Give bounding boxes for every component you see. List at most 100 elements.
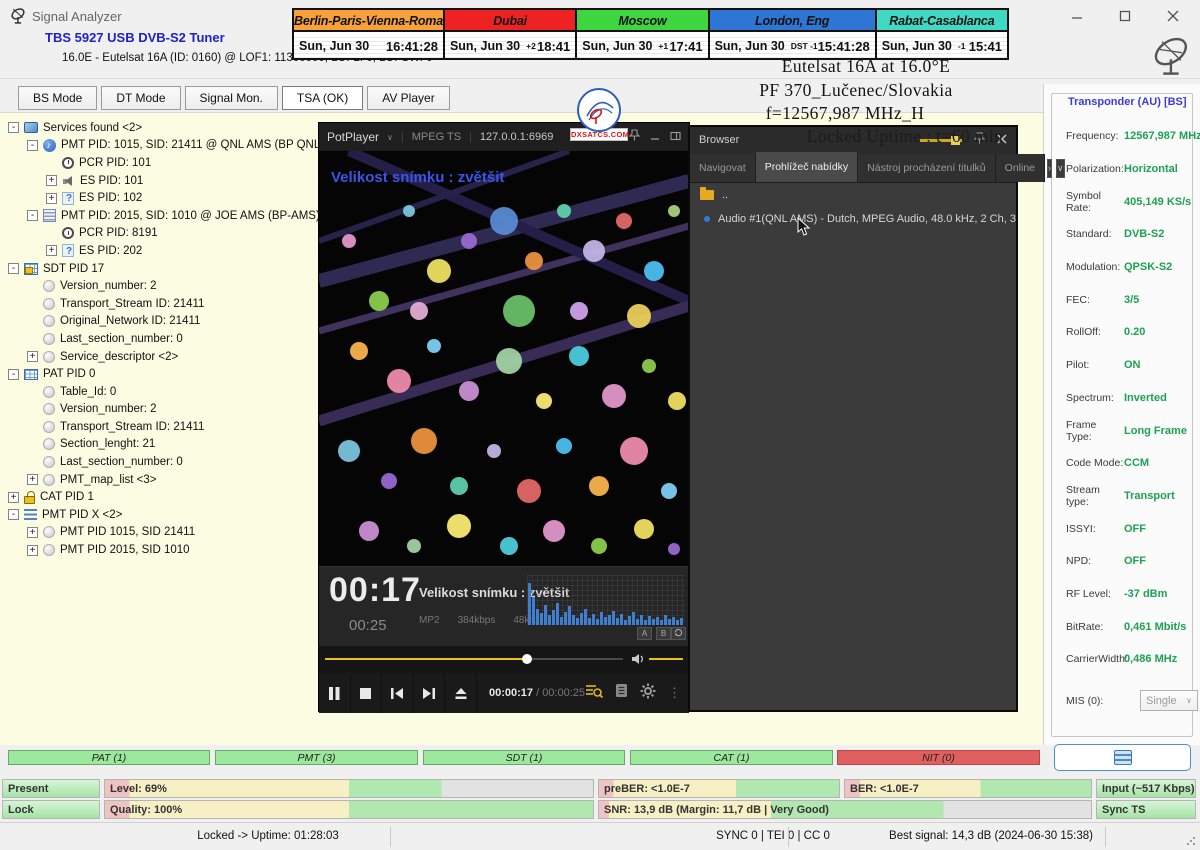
tree-item[interactable]: Last_section_number: 0 [0, 453, 318, 471]
tab-tsa-ok-[interactable]: TSA (OK) [282, 86, 363, 110]
tree-toggle-icon[interactable]: + [27, 351, 38, 362]
clock-time-value: 18:41 [537, 39, 570, 54]
tree-toggle-icon[interactable]: + [46, 193, 57, 204]
tree-item[interactable]: +PMT PID 2015, SID 1010 [0, 541, 318, 559]
tree-item[interactable]: +ES PID: 202 [0, 242, 318, 260]
mis-dropdown[interactable]: Single ∨ [1140, 690, 1198, 711]
transponder-label: Frame Type: [1066, 419, 1124, 443]
tree-item[interactable]: -Services found <2> [0, 119, 318, 137]
tree-item[interactable]: +PMT PID 1015, SID 21411 [0, 524, 318, 542]
tab-av-player[interactable]: AV Player [367, 86, 449, 110]
transponder-row: Frame Type:Long Frame [1066, 414, 1200, 447]
tree-toggle-icon[interactable]: - [27, 210, 38, 221]
tree-item[interactable]: +PMT_map_list <3> [0, 471, 318, 489]
tree-item[interactable]: +Service_descriptor <2> [0, 348, 318, 366]
potplayer-window: PotPlayer ∨ | MPEG TS | 127.0.0.1:6969 V… [318, 122, 690, 712]
tree-item[interactable]: -PMT PID: 2015, SID: 1010 @ JOE AMS (BP-… [0, 207, 318, 225]
tree-toggle-icon[interactable]: + [8, 492, 19, 503]
pin-icon[interactable] [629, 128, 640, 146]
playlist-icon[interactable] [615, 683, 628, 703]
playback-position: 00:00:17 [489, 687, 533, 699]
tree-toggle-icon[interactable]: + [46, 175, 57, 186]
playlist-search-icon[interactable] [585, 683, 603, 704]
tab-bs-mode[interactable]: BS Mode [18, 86, 97, 110]
tree-item[interactable]: +ES PID: 101 [0, 172, 318, 190]
nav-more-icon[interactable]: ∨ [1056, 159, 1065, 178]
statusbar-best-signal: Best signal: 14,3 dB (2024-06-30 15:38) [889, 830, 1093, 842]
eject-button[interactable] [445, 673, 477, 713]
maximize-button[interactable] [1112, 6, 1138, 26]
transponder-value: OFF [1124, 555, 1146, 567]
ab-repeat-b-button[interactable]: B [656, 627, 671, 640]
tree-item[interactable]: -PMT PID X <2> [0, 506, 318, 524]
tree-item[interactable]: Transport_Stream ID: 21411 [0, 295, 318, 313]
pid-bar-cat: CAT (1) [630, 750, 833, 765]
dxsatcs-logo-circle [577, 88, 621, 132]
tree-toggle-icon[interactable]: - [8, 263, 19, 274]
tree-toggle-icon[interactable]: - [8, 369, 19, 380]
tree-item[interactable]: Version_number: 2 [0, 277, 318, 295]
tab-dt-mode[interactable]: DT Mode [101, 86, 180, 110]
audio-track-row[interactable]: Audio #1(QNL AMS) - Dutch, MPEG Audio, 4… [690, 207, 1016, 231]
tree-item[interactable]: -PAT PID 0 [0, 365, 318, 383]
stop-button[interactable] [351, 673, 383, 713]
tree-toggle-icon[interactable]: - [27, 140, 38, 151]
potplayer-titlebar[interactable]: PotPlayer ∨ | MPEG TS | 127.0.0.1:6969 [319, 123, 689, 151]
pid-bar-pmt: PMT (3) [215, 750, 418, 765]
tree-item[interactable]: Transport_Stream ID: 21411 [0, 418, 318, 436]
seek-bar[interactable] [319, 646, 689, 673]
minimize-button[interactable] [1064, 6, 1090, 26]
transponder-label: Modulation: [1066, 261, 1124, 273]
previous-button[interactable] [382, 673, 414, 713]
browser-tab-2[interactable]: Prohlížeč nabídky [756, 152, 858, 182]
bitrate-label: 384kbps [458, 615, 496, 626]
browser-tab-4[interactable]: Online [996, 154, 1045, 182]
transponder-label: Code Mode: [1066, 457, 1124, 469]
tree-item[interactable]: Version_number: 2 [0, 401, 318, 419]
tree-item[interactable]: Section_lenght: 21 [0, 436, 318, 454]
volume-slider[interactable] [649, 658, 683, 660]
tree-item[interactable]: +ES PID: 102 [0, 189, 318, 207]
browser-tab-3[interactable]: Nástroj procházení titulků [858, 154, 995, 182]
tree-toggle-icon[interactable]: + [46, 245, 57, 256]
snr-bar: SNR: 13,9 dB (Margin: 11,7 dB | Very Goo… [598, 800, 1092, 819]
more-menu-icon[interactable]: ⋮ [668, 685, 681, 701]
browser-tab-1[interactable]: Navigovat [690, 154, 756, 182]
clock-time: Sun, Jun 30DST -115:41:28 [710, 32, 875, 58]
next-button[interactable] [414, 673, 446, 713]
ab-repeat-a-button[interactable]: A [637, 627, 652, 640]
tree-item[interactable]: Table_Id: 0 [0, 383, 318, 401]
transponder-row: Pilot:ON [1066, 349, 1200, 382]
transponder-row: Code Mode:CCM [1066, 447, 1200, 480]
nav-next-icon[interactable]: › [1047, 159, 1052, 178]
chevron-down-icon[interactable]: ∨ [387, 133, 393, 142]
video-frame[interactable]: Velikost snímku : zvětšit [319, 151, 689, 566]
tree-toggle-icon[interactable]: - [8, 509, 19, 520]
tree-item[interactable]: Last_section_number: 0 [0, 330, 318, 348]
volume-icon[interactable] [631, 652, 645, 671]
seek-knob[interactable] [522, 654, 532, 664]
minimize-icon[interactable] [650, 128, 660, 146]
parent-folder-row[interactable]: .. [690, 183, 1016, 207]
tree-item[interactable]: PCR PID: 101 [0, 154, 318, 172]
pause-button[interactable] [319, 673, 351, 713]
tab-signal-mon-[interactable]: Signal Mon. [185, 86, 278, 110]
tree-item-label: Table_Id: 0 [60, 386, 116, 398]
tree-toggle-icon[interactable]: - [8, 122, 19, 133]
record-device-button[interactable] [1054, 744, 1191, 771]
tree-item[interactable]: -SDT PID 17 [0, 260, 318, 278]
close-button[interactable] [1160, 6, 1186, 26]
tree-item[interactable]: -PMT PID: 1015, SID: 21411 @ QNL AMS (BP… [0, 137, 318, 155]
panel-icon[interactable] [670, 128, 681, 146]
transponder-label: Pilot: [1066, 359, 1124, 371]
tree-item[interactable]: +CAT PID 1 [0, 488, 318, 506]
tree-item[interactable]: Original_Network ID: 21411 [0, 313, 318, 331]
tree-item[interactable]: PCR PID: 8191 [0, 225, 318, 243]
resize-grip[interactable] [1186, 836, 1196, 846]
tree-toggle-icon[interactable]: + [27, 474, 38, 485]
loop-button[interactable] [671, 627, 686, 640]
browser-window: Browser NavigovatProhlížeč nabídkyNástro… [688, 125, 1018, 712]
settings-gear-icon[interactable] [640, 683, 656, 704]
tree-toggle-icon[interactable]: + [27, 527, 38, 538]
tree-toggle-icon[interactable]: + [27, 545, 38, 556]
